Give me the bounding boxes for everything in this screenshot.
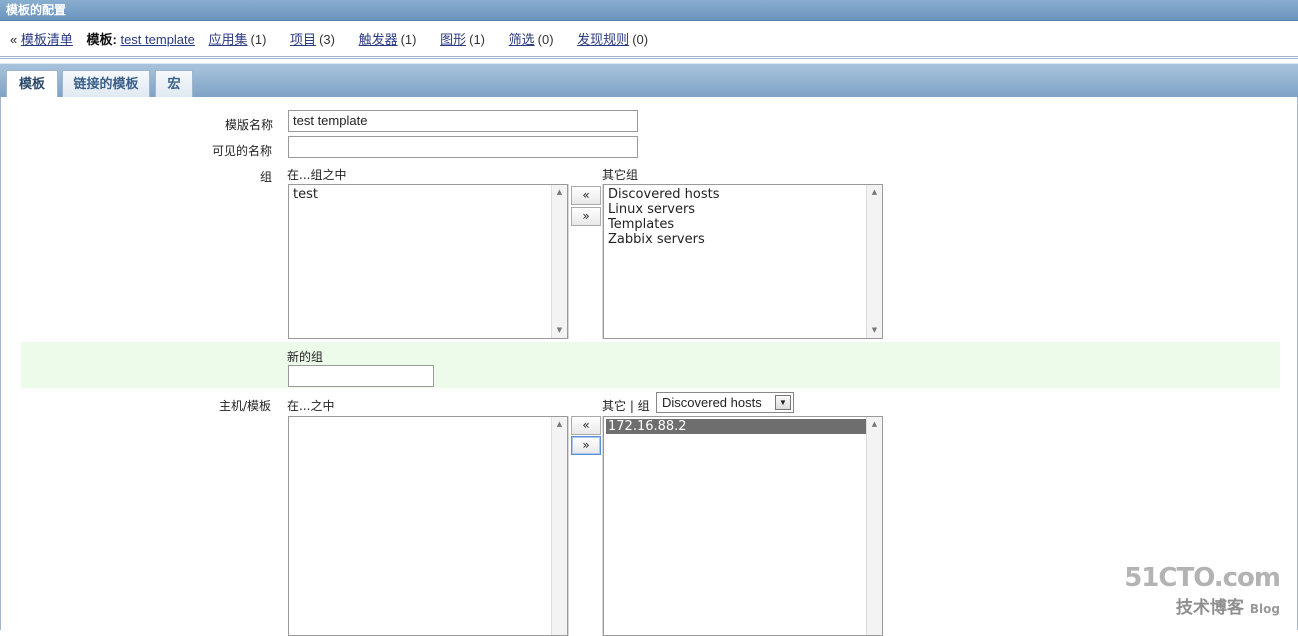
tab-macros[interactable]: 宏 [155,70,193,98]
nav-triggers: 触发器 (1) [359,32,427,47]
back-link-wrap: « 模板清单 [10,32,73,47]
in-groups-label: 在...组之中 [287,168,347,182]
list-item[interactable]: Linux servers [608,202,878,217]
graphs-count: (1) [469,32,486,47]
in-hosts-listbox[interactable]: ▲ [288,416,568,636]
groups-label: 组 [260,170,273,184]
discovery-link[interactable]: 发现规则 [577,32,629,47]
graphs-link[interactable]: 图形 [440,32,466,47]
list-item[interactable]: Templates [608,217,878,232]
other-groups-label: 其它组 [602,168,639,182]
apps-link[interactable]: 应用集 [209,32,248,47]
form-panel: 模版名称 test template 可见的名称 组 在...组之中 其它组 t… [0,97,1298,636]
scroll-down-icon[interactable]: ▼ [867,323,882,338]
scroll-up-icon[interactable]: ▲ [867,417,882,432]
group-select[interactable]: Discovered hosts ▼ [656,392,794,413]
move-host-right-button[interactable]: » [571,436,601,455]
in-groups-listbox[interactable]: test ▲ ▼ [288,184,568,339]
scroll-up-icon[interactable]: ▲ [867,185,882,200]
new-group-row [21,342,1280,388]
template-name-link[interactable]: test template [120,32,194,47]
tab-linked-templates[interactable]: 链接的模板 [62,70,150,98]
tab-template[interactable]: 模板 [6,70,58,99]
scroll-down-icon[interactable]: ▼ [552,323,567,338]
move-group-left-button[interactable]: « [571,186,601,205]
tab-bar: 模板 链接的模板 宏 [0,63,1298,99]
watermark-sub: 技术博客 [1175,598,1244,618]
scroll-up-icon[interactable]: ▲ [552,417,567,432]
new-group-input[interactable] [288,365,434,387]
in-hosts-label: 在...之中 [287,399,335,413]
move-host-left-button[interactable]: « [571,416,601,435]
divider [568,184,569,339]
visible-name-label: 可见的名称 [212,144,273,158]
list-item-selected[interactable]: 172.16.88.2 [606,419,878,434]
template-name-label: 模版名称 [225,118,274,132]
divider [568,416,569,636]
other-hosts-listbox[interactable]: 172.16.88.2 ▲ [603,416,883,636]
page-title: 模板的配置 [0,0,1298,21]
nav-apps: 应用集 (1) [209,32,277,47]
items-count: (3) [319,32,335,47]
screens-count: (0) [537,32,554,47]
current-template: 模板: test template [86,32,194,47]
breadcrumb: « 模板清单 模板: test template 应用集 (1) 项目 (3) 触发… [0,21,1298,59]
scrollbar[interactable]: ▲ ▼ [551,185,567,338]
hosts-label: 主机/模板 [219,399,272,413]
other-groups-listbox[interactable]: Discovered hosts Linux servers Templates… [603,184,883,339]
list-item[interactable]: Discovered hosts [608,187,878,202]
back-arrow: « [10,32,21,47]
nav-graphs: 图形 (1) [440,32,495,47]
scroll-up-icon[interactable]: ▲ [552,185,567,200]
nav-items: 项目 (3) [290,32,345,47]
template-label: 模板: [86,32,117,47]
discovery-count: (0) [632,32,649,47]
list-item[interactable]: test [293,187,563,202]
new-group-label: 新的组 [287,350,324,364]
list-item[interactable]: Zabbix servers [608,232,878,247]
group-select-value: Discovered hosts [662,395,762,410]
apps-count: (1) [250,32,267,47]
nav-screens: 筛选 (0) [509,32,564,47]
scrollbar[interactable]: ▲ [866,417,882,635]
scrollbar[interactable]: ▲ [551,417,567,635]
template-name-input[interactable]: test template [288,110,638,132]
watermark-blog: Blog [1249,602,1280,616]
chevron-down-icon[interactable]: ▼ [775,395,791,410]
screens-link[interactable]: 筛选 [509,32,535,47]
triggers-link[interactable]: 触发器 [359,32,398,47]
triggers-count: (1) [400,32,417,47]
visible-name-input[interactable] [288,136,638,158]
items-link[interactable]: 项目 [290,32,316,47]
scrollbar[interactable]: ▲ ▼ [866,185,882,338]
watermark-logo: 51CTO.com 技术博客 Blog [1124,563,1281,618]
nav-discovery: 发现规则 (0) [577,32,658,47]
template-list-link[interactable]: 模板清单 [21,32,73,47]
move-group-right-button[interactable]: » [571,207,601,226]
watermark-site: 51CTO.com [1124,563,1281,593]
other-hosts-label: 其它 | 组 [602,399,650,413]
